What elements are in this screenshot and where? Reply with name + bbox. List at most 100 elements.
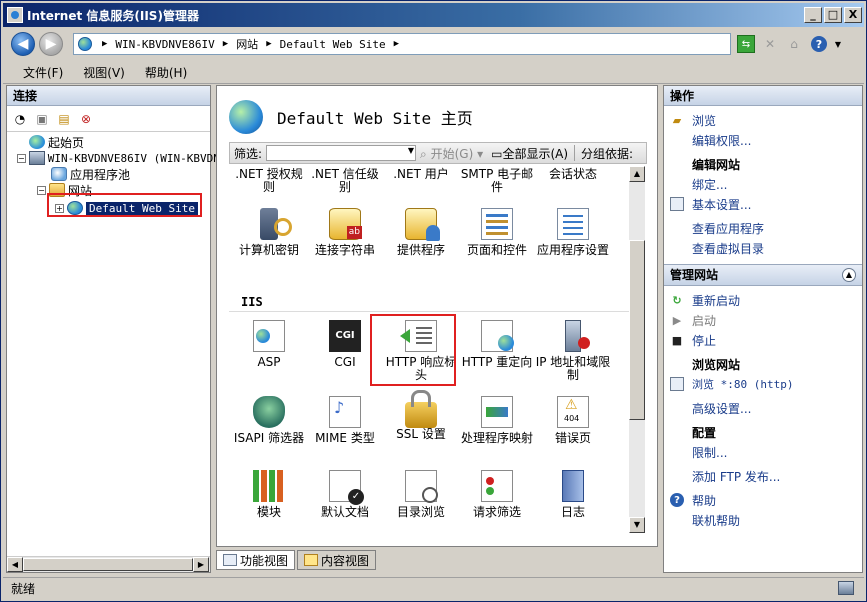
handler-mappings-icon [481, 396, 513, 428]
address-bar[interactable]: ▶ WIN-KBVDNVE86IV ▶ 网站 ▶ Default Web Sit… [73, 33, 731, 55]
feature-providers[interactable]: 提供程序 [383, 208, 459, 257]
breadcrumb-sites[interactable]: 网站 [232, 36, 262, 52]
collapse-chevron-icon[interactable]: ▲ [842, 268, 856, 282]
feature-label: 会话状态 [548, 167, 597, 181]
app-settings-icon [557, 208, 589, 240]
feature-pages-controls[interactable]: 页面和控件 [459, 208, 535, 257]
up-folder-icon[interactable]: ▤ [55, 110, 73, 128]
feature-net-authorization[interactable]: .NET 授权规则 [231, 168, 307, 194]
title-bar[interactable]: Internet 信息服务(IIS)管理器 _ □ X [3, 3, 864, 27]
action-restart[interactable]: ↻ 重新启动 [664, 290, 862, 310]
forward-arrow-icon: ▶ [45, 36, 57, 52]
manage-site-header[interactable]: 管理网站 ▲ [664, 264, 862, 286]
action-label: 重新启动 [692, 293, 741, 308]
scroll-thumb[interactable] [23, 558, 193, 571]
feature-machine-key[interactable]: 计算机密钥 [231, 208, 307, 257]
feature-label: ASP [257, 355, 281, 369]
help-icon[interactable]: ? [811, 36, 827, 52]
feature-error-pages[interactable]: 错误页 [535, 396, 611, 445]
menu-help[interactable]: 帮助(H) [135, 64, 197, 81]
feature-ip-restrictions[interactable]: IP 地址和域限制 [535, 320, 611, 382]
scroll-right-arrow[interactable]: ▶ [193, 557, 209, 572]
feature-label: 模块 [256, 505, 281, 519]
action-online-help[interactable]: 联机帮助 [664, 510, 862, 530]
help-dropdown-icon[interactable]: ▼ [829, 35, 847, 53]
refresh-icon[interactable]: ⇆ [737, 35, 755, 53]
tree-item-server[interactable]: − WIN-KBVDNVE86IV (WIN-KBVDN [7, 150, 220, 166]
status-text: 就绪 [11, 582, 36, 596]
feature-handler-mappings[interactable]: 处理程序映射 [459, 396, 535, 445]
feature-directory-browsing[interactable]: 目录浏览 [383, 470, 459, 519]
start-filter-button[interactable]: ⌕ 开始(G) ▾ [416, 145, 487, 162]
feature-asp[interactable]: ASP [231, 320, 307, 369]
action-basic-settings[interactable]: 基本设置... [664, 194, 862, 214]
action-view-virtual-directories[interactable]: 查看虚拟目录 [664, 238, 862, 258]
collapse-toggle[interactable]: − [17, 153, 26, 163]
scroll-up-arrow[interactable]: ▲ [629, 166, 645, 182]
breadcrumb-server[interactable]: WIN-KBVDNVE86IV [111, 38, 218, 51]
action-view-applications[interactable]: 查看应用程序 [664, 218, 862, 238]
feature-net-trust[interactable]: .NET 信任级别 [307, 168, 383, 194]
save-icon[interactable]: ▣ [33, 110, 51, 128]
tab-content-view[interactable]: 内容视图 [297, 550, 377, 570]
features-panel: Default Web Site 主页 筛选: ⌕ 开始(G) ▾ ▭全部显示(… [216, 85, 658, 547]
feature-http-redirect[interactable]: HTTP 重定向 [459, 320, 535, 369]
feature-app-settings[interactable]: 应用程序设置 [535, 208, 611, 257]
connect-icon[interactable]: ◔ [11, 110, 29, 128]
collapse-toggle[interactable]: − [37, 185, 46, 195]
connections-h-scrollbar[interactable]: ◀ ▶ [7, 556, 210, 572]
home-nav-icon[interactable]: ⌂ [785, 35, 803, 53]
tree-item-start-page[interactable]: 起始页 [7, 134, 210, 150]
disconnect-icon[interactable]: ⊗ [77, 110, 95, 128]
stop-nav-icon[interactable]: ✕ [761, 35, 779, 53]
features-v-scrollbar[interactable]: ▲ ▼ [629, 166, 645, 533]
action-add-ftp-publishing[interactable]: 添加 FTP 发布... [664, 466, 862, 486]
feature-smtp-email[interactable]: SMTP 电子邮件 [459, 168, 535, 194]
feature-connection-strings[interactable]: 连接字符串 [307, 208, 383, 257]
back-button[interactable]: ◀ [11, 32, 35, 56]
forward-button[interactable]: ▶ [39, 32, 63, 56]
breadcrumb-default-web-site[interactable]: Default Web Site [276, 38, 390, 51]
menu-file[interactable]: 文件(F) [13, 64, 73, 81]
feature-mime-types[interactable]: MIME 类型 [307, 396, 383, 445]
scroll-left-arrow[interactable]: ◀ [7, 557, 23, 572]
filter-input[interactable] [266, 145, 417, 161]
address-row: ◀ ▶ ▶ WIN-KBVDNVE86IV ▶ 网站 ▶ Default Web… [3, 28, 864, 60]
group-by-label[interactable]: 分组依据: [577, 145, 637, 162]
pages-controls-icon [481, 208, 513, 240]
feature-session-state[interactable]: 会话状态 [535, 168, 611, 181]
feature-logging[interactable]: 日志 [535, 470, 611, 519]
action-advanced-settings[interactable]: 高级设置... [664, 398, 862, 418]
action-limits[interactable]: 限制... [664, 442, 862, 462]
minimize-button[interactable]: _ [804, 7, 822, 23]
action-start[interactable]: ▶ 启动 [664, 310, 862, 330]
tab-features-view[interactable]: 功能视图 [216, 550, 296, 570]
show-all-button[interactable]: ▭全部显示(A) [487, 145, 572, 162]
action-edit-permissions[interactable]: 编辑权限... [664, 130, 862, 150]
action-label: 查看应用程序 [692, 221, 765, 236]
tree-item-app-pools[interactable]: 应用程序池 [7, 166, 210, 182]
highlight-default-web-site [47, 193, 202, 217]
scroll-down-arrow[interactable]: ▼ [629, 517, 645, 533]
feature-isapi-filters[interactable]: ISAPI 筛选器 [231, 396, 307, 445]
browse-site-icon [670, 377, 684, 391]
menu-view[interactable]: 视图(V) [73, 64, 135, 81]
feature-net-users[interactable]: .NET 用户 [383, 168, 459, 181]
action-label: 联机帮助 [692, 513, 741, 528]
edit-site-heading: 编辑网站 [692, 157, 741, 172]
feature-modules[interactable]: 模块 [231, 470, 307, 519]
close-button[interactable]: X [844, 7, 862, 23]
feature-default-document[interactable]: 默认文档 [307, 470, 383, 519]
feature-request-filtering[interactable]: 请求筛选 [459, 470, 535, 519]
scroll-thumb[interactable] [629, 240, 645, 420]
show-all-icon: ▭ [491, 146, 503, 161]
action-stop[interactable]: ■ 停止 [664, 330, 862, 350]
feature-ssl-settings[interactable]: SSL 设置 [383, 390, 459, 441]
action-explore[interactable]: ▰ 浏览 [664, 110, 862, 130]
action-bindings[interactable]: 绑定... [664, 174, 862, 194]
action-browse-port-80[interactable]: 浏览 *:80 (http) [664, 374, 862, 394]
feature-label: MIME 类型 [315, 431, 375, 445]
actions-panel: 操作 ▰ 浏览 编辑权限... 编辑网站 绑定... 基本设置... 查看应用程… [663, 85, 863, 573]
maximize-button[interactable]: □ [824, 7, 842, 23]
action-help[interactable]: ? 帮助 [664, 490, 862, 510]
